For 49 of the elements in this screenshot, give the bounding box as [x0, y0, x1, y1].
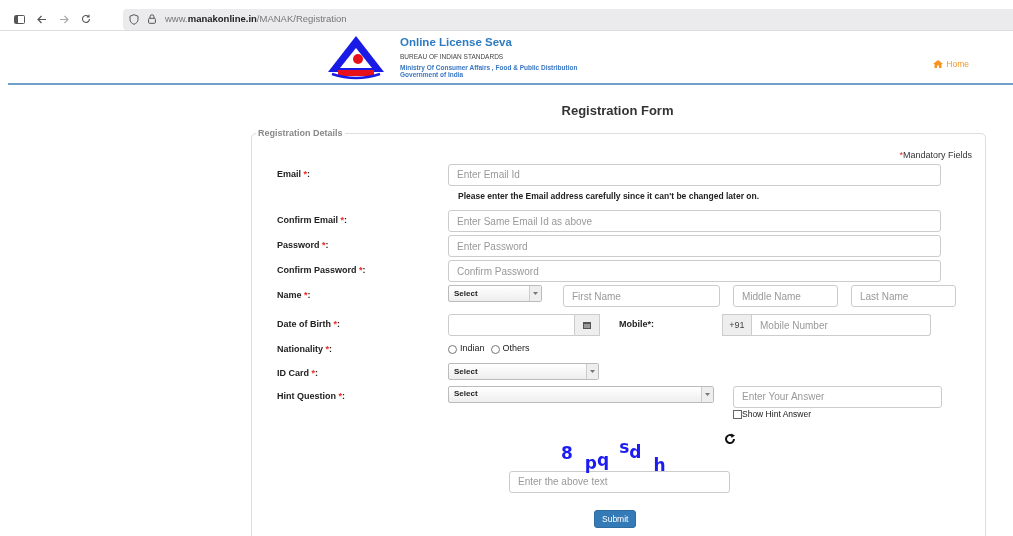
captcha-image: 8 pq sd h [561, 435, 666, 471]
help-text: Please enter the Email address carefully since it can't be changed later on. [458, 189, 761, 203]
radio-option[interactable]: Others [490, 342, 530, 356]
reload-icon[interactable] [81, 14, 91, 24]
field-label: Mobile*: [619, 318, 654, 332]
phone-prefix: +91 [722, 314, 752, 337]
date-input-field[interactable] [448, 314, 575, 337]
submit-button[interactable]: Submit [594, 509, 637, 529]
field-label: Confirm Password *: [277, 264, 367, 278]
caret-icon [590, 370, 595, 374]
triangle-logo [326, 34, 386, 80]
caret-icon [705, 392, 710, 396]
answer-input-field[interactable]: Enter Your Answer [733, 385, 942, 408]
question-select-dropdown[interactable]: Select [448, 385, 714, 403]
radio-option[interactable]: Indian [448, 342, 485, 356]
text-input-field[interactable]: Enter Password [448, 235, 941, 258]
url-text: www.manakonline.in/MANAK/Registration [165, 11, 347, 26]
text-input-field[interactable]: Middle Name [733, 285, 838, 308]
text-input-field[interactable]: First Name [563, 285, 720, 308]
section-legend: Registration Details [256, 126, 345, 140]
select-dropdown[interactable]: Select [448, 363, 599, 381]
text-input-field[interactable]: Confirm Password [448, 260, 941, 283]
field-label: Hint Question *: [277, 389, 346, 403]
sidebar-icon[interactable] [14, 14, 25, 24]
shield-icon[interactable] [129, 13, 139, 25]
title-select-dropdown[interactable]: Select [448, 285, 542, 303]
field-label: Email *: [277, 167, 312, 181]
home-icon [933, 60, 944, 68]
field-label: Date of Birth *: [277, 318, 342, 332]
back-icon[interactable] [37, 14, 47, 24]
page-title: Registration Form [560, 102, 675, 120]
field-label: Confirm Email *: [277, 214, 349, 228]
field-label: ID Card *: [277, 367, 320, 381]
calendar-icon [583, 321, 591, 330]
calendar-button[interactable] [575, 314, 600, 337]
mobile-input-field[interactable]: Mobile Number [752, 314, 931, 337]
text-input-field[interactable]: Enter Same Email Id as above [448, 210, 941, 233]
text-input-field[interactable]: Last Name [851, 285, 956, 308]
mandatory-note: *Mandatory Fields [899, 149, 972, 160]
field-label: Nationality *: [277, 343, 334, 357]
site-title: Online License Seva [400, 35, 513, 49]
field-label: Password *: [277, 239, 330, 253]
text-input-field[interactable]: Enter Email Id [448, 163, 941, 186]
address-bar[interactable]: www.manakonline.in/MANAK/Registration [123, 8, 1013, 30]
field-label: Name *: [277, 289, 312, 303]
refresh-icon[interactable] [723, 432, 736, 445]
lock-icon [148, 14, 156, 24]
caret-icon [533, 292, 538, 296]
show-hint-checkbox[interactable]: Show Hint Answer [733, 407, 942, 421]
